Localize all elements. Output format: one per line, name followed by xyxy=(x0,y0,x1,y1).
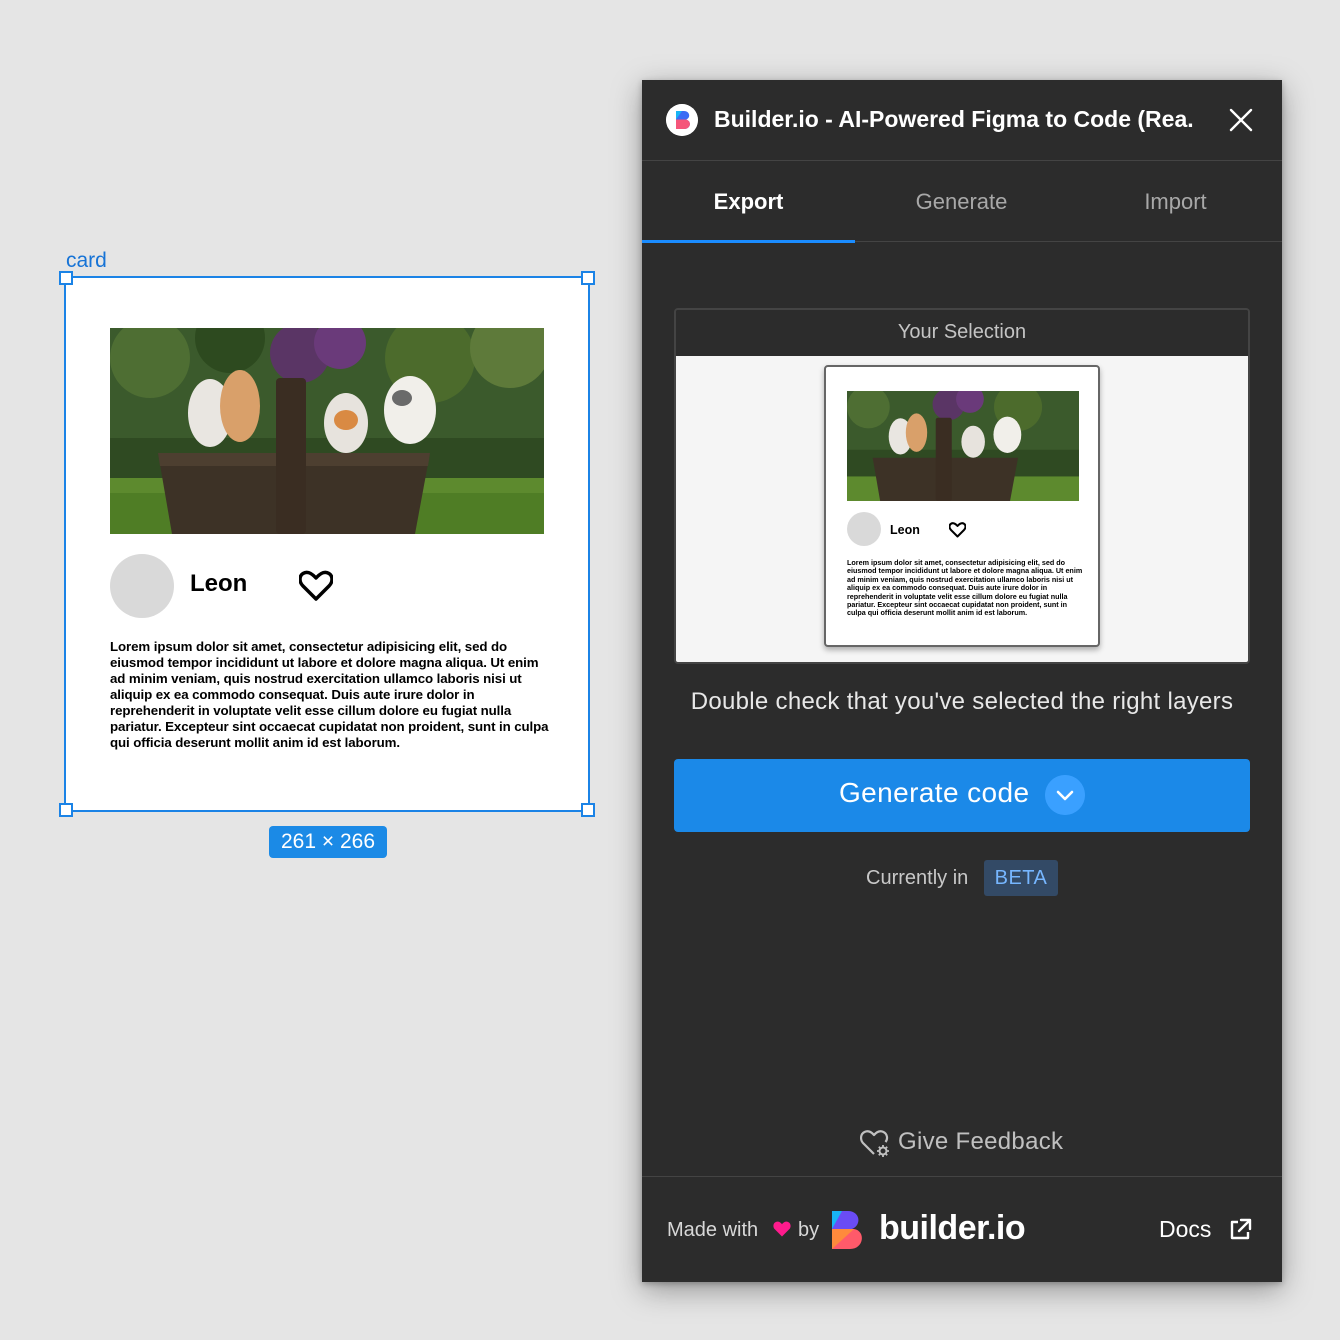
builder-brand-logo-icon xyxy=(832,1211,862,1249)
builder-plugin-window: Builder.io - AI-Powered Figma to Code (R… xyxy=(642,80,1282,1282)
preview-avatar xyxy=(847,512,881,546)
heart-gear-icon xyxy=(860,1130,889,1157)
preview-card: Leon Lorem ipsum dolor sit amet, consect… xyxy=(824,365,1100,647)
heart-icon xyxy=(299,570,333,601)
builder-brand-name: builder.io xyxy=(879,1209,1026,1247)
tab-import[interactable]: Import xyxy=(1069,162,1282,242)
kittens-photo xyxy=(110,328,544,534)
preview-card-name: Leon xyxy=(890,523,920,537)
plugin-titlebar: Builder.io - AI-Powered Figma to Code (R… xyxy=(642,80,1282,161)
card-body-text: Lorem ipsum dolor sit amet, consectetur … xyxy=(110,639,549,750)
preview-kittens-photo xyxy=(847,391,1079,501)
beta-badge: BETA xyxy=(984,860,1058,896)
card-name: Leon xyxy=(190,570,248,597)
currently-in-label: Currently in xyxy=(866,867,969,889)
tab-generate[interactable]: Generate xyxy=(855,162,1068,242)
docs-link[interactable]: Docs xyxy=(1159,1216,1211,1243)
heart-icon xyxy=(773,1221,791,1237)
close-icon[interactable] xyxy=(1228,107,1254,133)
beta-status: Currently in BETA xyxy=(642,860,1282,896)
builder-logo-icon xyxy=(666,104,698,136)
plugin-footer: Made with by builder.io Docs xyxy=(642,1176,1282,1282)
preview-card-body-text: Lorem ipsum dolor sit amet, consectetur … xyxy=(847,558,1083,618)
resize-handle-top-left[interactable] xyxy=(59,271,73,285)
chevron-down-icon[interactable] xyxy=(1045,775,1085,815)
made-with-label: Made with xyxy=(667,1219,759,1241)
plugin-tabs: Export Generate Import xyxy=(642,162,1282,243)
plugin-title: Builder.io - AI-Powered Figma to Code (R… xyxy=(714,106,1194,132)
resize-handle-bottom-left[interactable] xyxy=(59,803,73,817)
dimension-badge: 261 × 266 xyxy=(269,826,387,858)
generate-code-label: Generate code xyxy=(839,777,1030,808)
preview-heart-icon xyxy=(949,522,966,538)
selection-hint-text: Double check that you've selected the ri… xyxy=(690,688,1234,715)
selection-heading: Your Selection xyxy=(676,310,1248,356)
avatar xyxy=(110,554,174,618)
generate-code-button[interactable]: Generate code xyxy=(674,759,1250,832)
give-feedback-label: Give Feedback xyxy=(898,1128,1064,1155)
selection-preview-panel: Your Selection Leon Lorem ipsum dolor si… xyxy=(674,308,1250,664)
by-label: by xyxy=(798,1219,820,1241)
resize-handle-bottom-right[interactable] xyxy=(581,803,595,817)
selected-card-frame[interactable]: Leon Lorem ipsum dolor sit amet, consect… xyxy=(64,276,590,812)
external-link-icon[interactable] xyxy=(1228,1218,1252,1242)
tab-export[interactable]: Export xyxy=(642,162,855,243)
resize-handle-top-right[interactable] xyxy=(581,271,595,285)
frame-name-label[interactable]: card xyxy=(66,249,107,273)
selection-preview-area: Leon Lorem ipsum dolor sit amet, consect… xyxy=(676,356,1248,662)
